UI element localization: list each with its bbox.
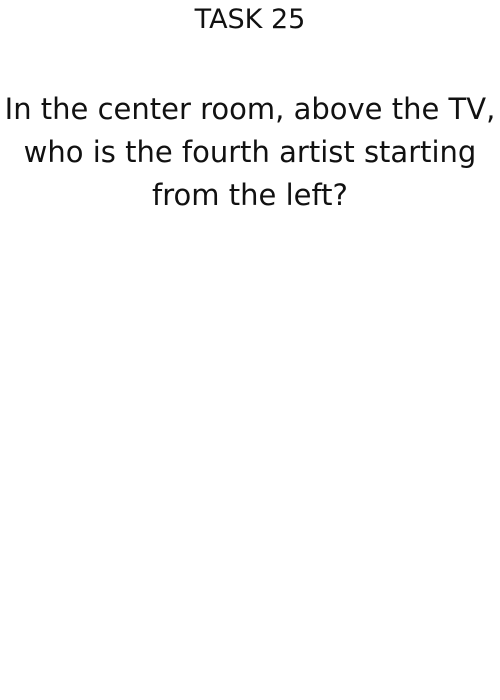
task-question: In the center room, above the TV, who is… (4, 92, 496, 212)
task-title: TASK 25 (194, 4, 306, 35)
